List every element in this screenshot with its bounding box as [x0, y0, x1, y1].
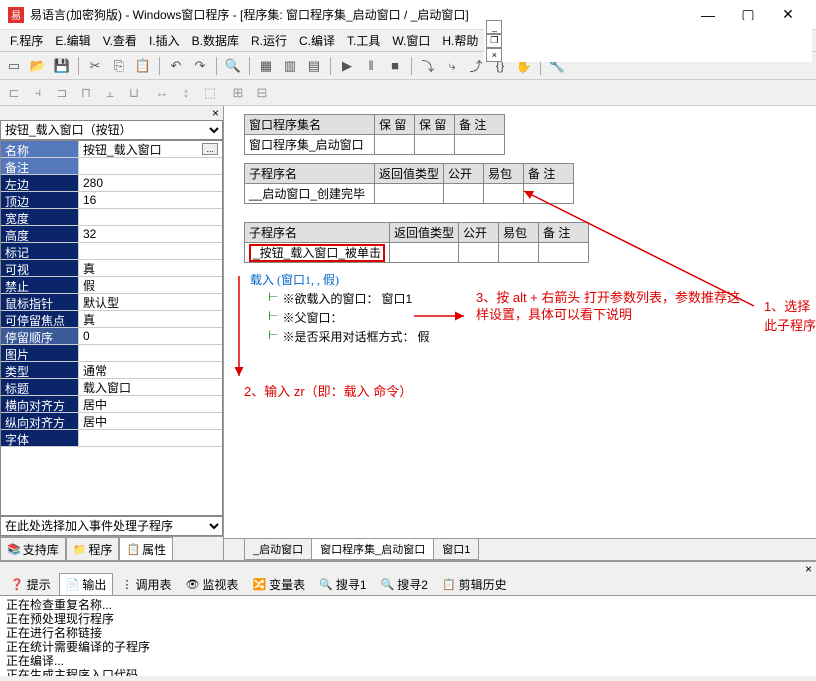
menu-database[interactable]: B.数据库	[186, 30, 245, 51]
find-icon[interactable]: 🔍	[223, 56, 243, 76]
annotation-3: 3、按 alt + 右箭头 打开参数列表，参数推荐这样设置，具体可以看下说明	[476, 289, 746, 323]
menu-run[interactable]: R.运行	[245, 30, 293, 51]
output-panel: × ❓ 提示 📄 输出 ⋮ 调用表 👁 监视表 🔀 变量表 🔍 搜寻1 🔍 搜寻…	[0, 560, 816, 676]
step-into-icon[interactable]: ⤷	[442, 56, 462, 76]
panel-close-icon[interactable]: ×	[212, 106, 219, 120]
undo-icon[interactable]: ↶	[166, 56, 186, 76]
center-v-icon[interactable]: ⊟	[252, 83, 272, 103]
mdi-min-button[interactable]: _	[486, 20, 502, 34]
layout3-icon[interactable]: ▤	[304, 56, 324, 76]
menu-bar: F.程序 E.编辑 V.查看 I.插入 B.数据库 R.运行 C.编译 T.工具…	[0, 30, 816, 52]
tab-program[interactable]: 📁 程序	[66, 537, 120, 560]
save-icon[interactable]: 💾	[52, 56, 72, 76]
new-icon[interactable]: ▭	[4, 56, 24, 76]
app-icon: 易	[8, 7, 24, 23]
stop-icon[interactable]: ■	[385, 56, 405, 76]
mdi-restore-button[interactable]: ❐	[486, 34, 502, 48]
toolbar-align: ⊏ ⫞ ⊐ ⊓ ⫠ ⊔ ↔ ↕ ⬚ ⊞ ⊟	[0, 80, 816, 106]
code-tab-window[interactable]: _启动窗口	[244, 539, 312, 560]
code-tab-module[interactable]: 窗口程序集_启动窗口	[311, 539, 434, 560]
btab-hint[interactable]: ❓ 提示	[4, 574, 57, 595]
code-tab-window1[interactable]: 窗口1	[433, 539, 479, 560]
component-selector[interactable]: 按钮_载入窗口（按钮）	[0, 120, 223, 140]
step-out-icon[interactable]: ⤴	[466, 56, 486, 76]
menu-edit[interactable]: E.编辑	[49, 30, 96, 51]
menu-compile[interactable]: C.编译	[293, 30, 341, 51]
align-left-icon[interactable]: ⊏	[4, 83, 24, 103]
menu-program[interactable]: F.程序	[4, 30, 49, 51]
center-h-icon[interactable]: ⊞	[228, 83, 248, 103]
redo-icon[interactable]: ↷	[190, 56, 210, 76]
same-height-icon[interactable]: ↕	[176, 83, 196, 103]
call-statement[interactable]: 载入 (窗口1, , 假)	[250, 271, 796, 288]
event-selector[interactable]: 在此处选择加入事件处理子程序	[0, 516, 223, 536]
tab-support-lib[interactable]: 📚 支持库	[0, 537, 66, 560]
annotation-2: 2、输入 zr（即：载入 命令）	[244, 381, 412, 400]
btab-clip[interactable]: 📋 剪辑历史	[436, 574, 513, 595]
sub-table-2: 子程序名返回值类型公开易包备 注_按钮_载入窗口_被单击	[244, 222, 589, 263]
mdi-close-button[interactable]: ×	[486, 48, 502, 62]
pause-icon[interactable]: ‖	[361, 56, 381, 76]
sub-table-1: 子程序名返回值类型公开易包备 注__启动窗口_创建完毕	[244, 163, 574, 204]
code-content[interactable]: 窗口程序集名保 留保 留备 注窗口程序集_启动窗口 子程序名返回值类型公开易包备…	[224, 106, 816, 538]
open-icon[interactable]: 📂	[28, 56, 48, 76]
same-size-icon[interactable]: ⬚	[200, 83, 220, 103]
btab-calltable[interactable]: ⋮ 调用表	[115, 574, 177, 595]
menu-view[interactable]: V.查看	[97, 30, 143, 51]
annotation-1: 1、选择此子程序	[764, 296, 816, 334]
paste-icon[interactable]: 📋	[133, 56, 153, 76]
step-over-icon[interactable]: ⤵	[418, 56, 438, 76]
cut-icon[interactable]: ✂	[85, 56, 105, 76]
align-center-icon[interactable]: ⫞	[28, 83, 48, 103]
tab-properties[interactable]: 📋 属性	[119, 537, 173, 560]
code-editor: 窗口程序集名保 留保 留备 注窗口程序集_启动窗口 子程序名返回值类型公开易包备…	[224, 106, 816, 560]
same-width-icon[interactable]: ↔	[152, 83, 172, 103]
run-icon[interactable]: ▶	[337, 56, 357, 76]
property-panel: × 按钮_载入窗口（按钮） 名称按钮_载入窗口...备注左边280顶边16宽度高…	[0, 106, 224, 560]
prop-browse-button[interactable]: ...	[202, 143, 218, 155]
output-text[interactable]: 正在检查重复名称...正在预处理现行程序正在进行名称链接正在统计需要编译的子程序…	[0, 596, 816, 676]
property-grid[interactable]: 名称按钮_载入窗口...备注左边280顶边16宽度高度32标记可视真禁止假鼠标指…	[0, 140, 223, 516]
param-line: ⊢※是否采用对话框方式： 假	[268, 328, 796, 345]
btab-find2[interactable]: 🔍 搜寻2	[375, 574, 434, 595]
output-close-icon[interactable]: ×	[805, 562, 812, 574]
menu-tools[interactable]: T.工具	[341, 30, 386, 51]
align-right-icon[interactable]: ⊐	[52, 83, 72, 103]
align-middle-icon[interactable]: ⫠	[100, 83, 120, 103]
menu-insert[interactable]: I.插入	[143, 30, 186, 51]
layout2-icon[interactable]: ▥	[280, 56, 300, 76]
align-top-icon[interactable]: ⊓	[76, 83, 96, 103]
btab-watch[interactable]: 👁 监视表	[179, 574, 244, 595]
align-bottom-icon[interactable]: ⊔	[124, 83, 144, 103]
copy-icon[interactable]: ⎘	[109, 56, 129, 76]
btab-find1[interactable]: 🔍 搜寻1	[313, 574, 372, 595]
menu-help[interactable]: H.帮助	[436, 30, 484, 51]
layout1-icon[interactable]: ▦	[256, 56, 276, 76]
module-table: 窗口程序集名保 留保 留备 注窗口程序集_启动窗口	[244, 114, 505, 155]
btab-vars[interactable]: 🔀 变量表	[246, 574, 311, 595]
btab-output[interactable]: 📄 输出	[59, 573, 114, 596]
menu-window[interactable]: W.窗口	[386, 30, 436, 51]
